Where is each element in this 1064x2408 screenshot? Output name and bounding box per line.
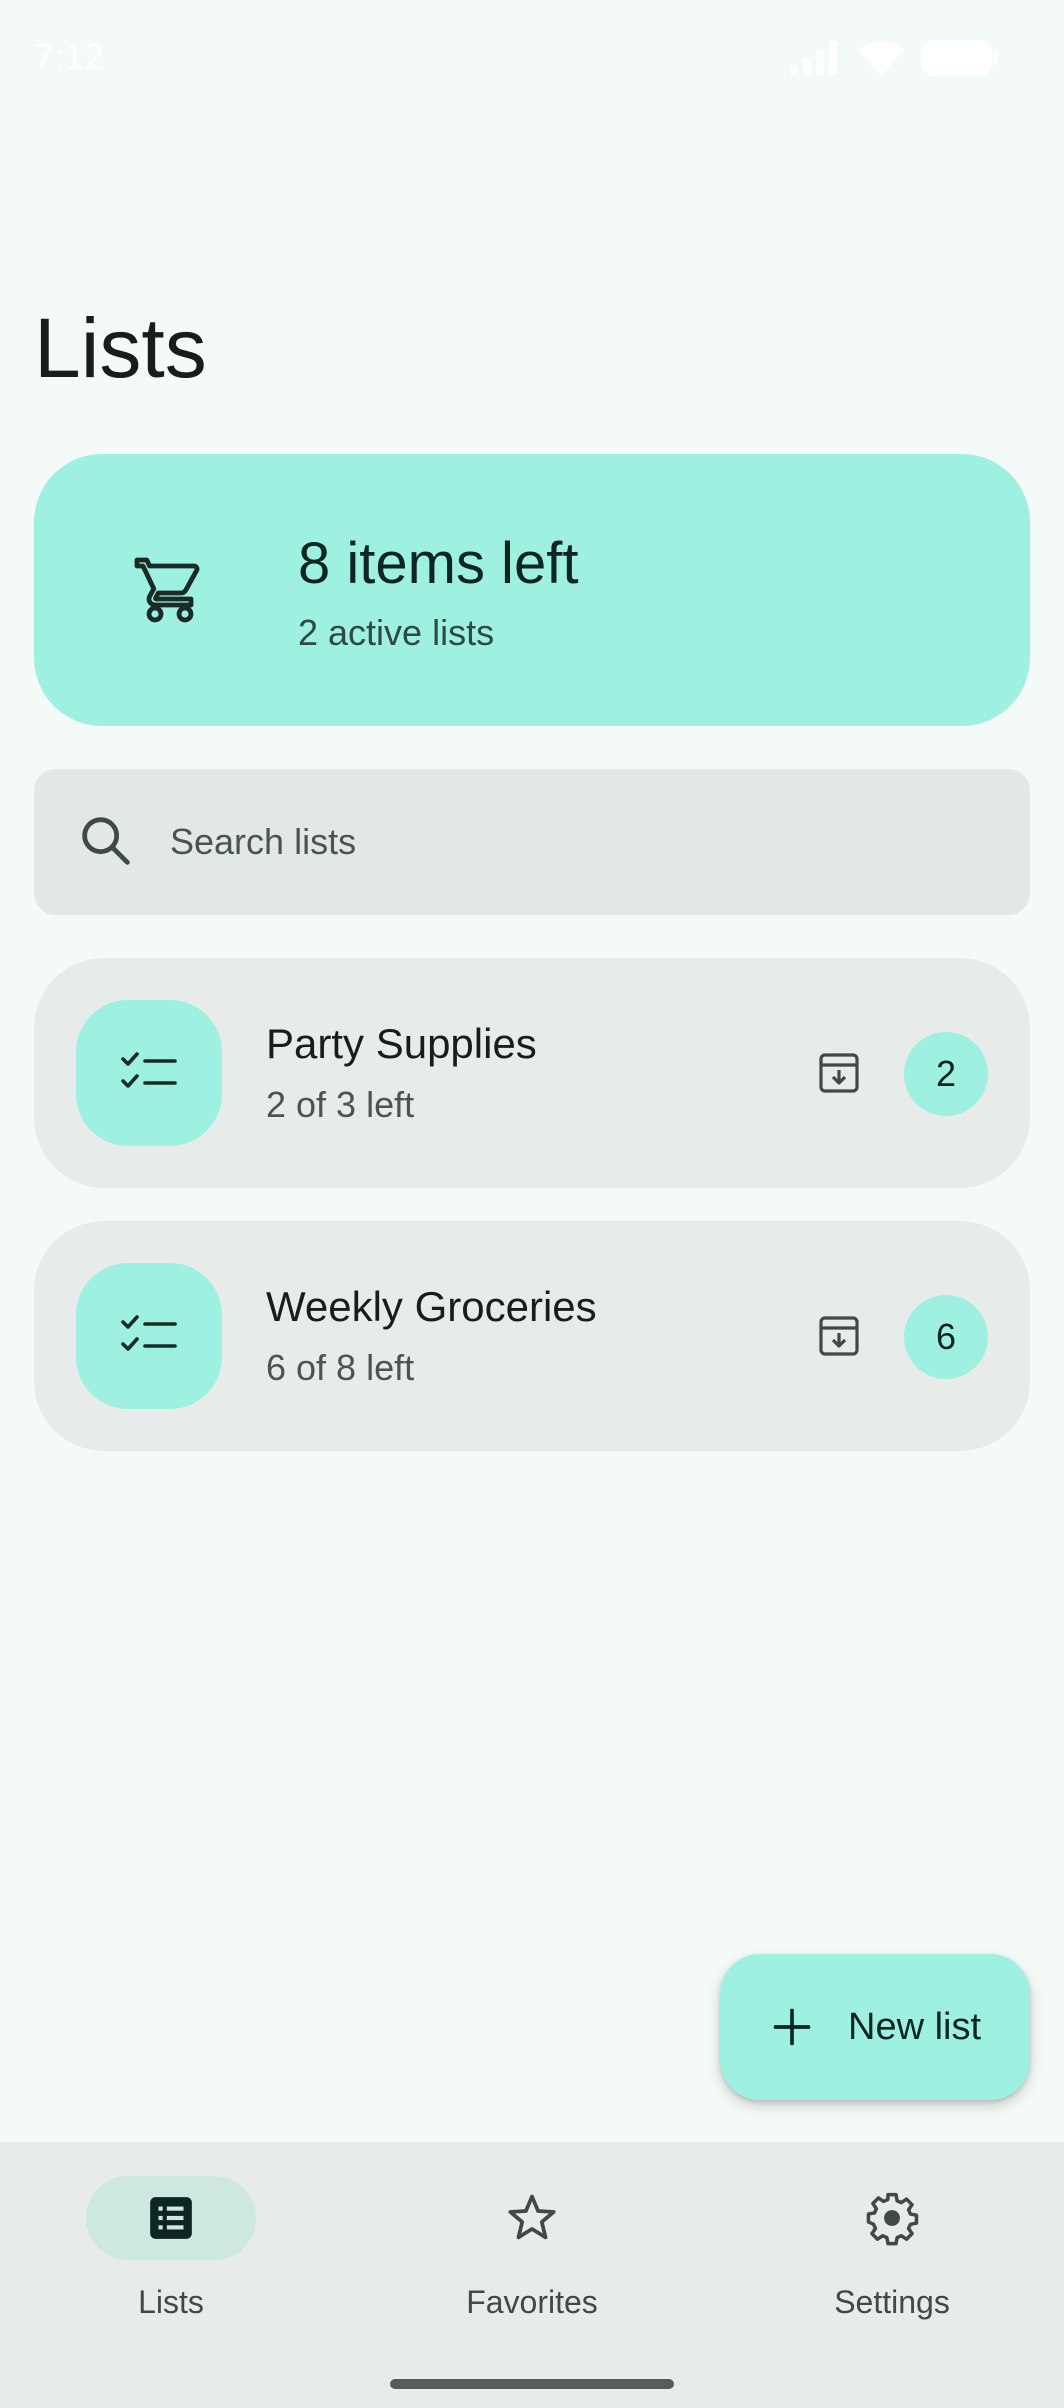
star-icon <box>508 2194 556 2240</box>
shopping-cart-icon <box>134 557 200 623</box>
list-meta: 6 of 8 left <box>266 1347 415 1388</box>
signal-icon <box>790 41 837 75</box>
search-icon <box>82 817 130 865</box>
list-name: Weekly Groceries <box>266 1283 597 1330</box>
list-meta: 2 of 3 left <box>266 1084 415 1125</box>
nav-pill <box>447 2176 617 2260</box>
archive-icon <box>819 1316 859 1356</box>
list-icon <box>150 2197 192 2239</box>
count-badge: 6 <box>904 1295 988 1379</box>
battery-icon <box>922 40 998 76</box>
new-list-button[interactable]: New list <box>720 1954 1030 2100</box>
page-title: Lists <box>34 301 207 395</box>
status-time: 7:12 <box>34 36 105 77</box>
list-name: Party Supplies <box>266 1020 537 1067</box>
nav-label-settings: Settings <box>834 2284 950 2320</box>
wifi-icon <box>858 41 904 76</box>
status-bar: 7:12 <box>0 0 1064 120</box>
archive-button[interactable] <box>808 1305 870 1367</box>
bottom-nav: Lists Favorites Settings <box>0 2142 1064 2408</box>
count-badge: 2 <box>904 1032 988 1116</box>
nav-label-lists: Lists <box>138 2284 204 2320</box>
list-card-party-supplies[interactable]: Party Supplies 2 of 3 left 2 <box>34 958 1030 1188</box>
summary-subtitle: 2 active lists <box>298 612 495 653</box>
search-input[interactable] <box>170 805 990 879</box>
list-card-weekly-groceries[interactable]: Weekly Groceries 6 of 8 left 6 <box>34 1221 1030 1451</box>
summary-title: 8 items left <box>298 531 579 596</box>
new-list-label: New list <box>848 2005 982 2048</box>
checklist-icon <box>76 1000 222 1146</box>
summary-card: 8 items left 2 active lists <box>34 454 1030 726</box>
home-indicator[interactable] <box>390 2379 674 2389</box>
nav-label-favorites: Favorites <box>466 2284 598 2320</box>
archive-button[interactable] <box>808 1042 870 1104</box>
plus-icon <box>773 2008 811 2046</box>
nav-item-lists[interactable]: Lists <box>51 2176 291 2376</box>
nav-pill <box>807 2176 977 2260</box>
status-icons <box>790 40 998 76</box>
search-bar[interactable] <box>34 769 1030 915</box>
gear-icon <box>866 2192 919 2246</box>
checklist-icon <box>76 1263 222 1409</box>
nav-item-favorites[interactable]: Favorites <box>412 2176 652 2376</box>
nav-item-settings[interactable]: Settings <box>772 2176 1012 2376</box>
nav-pill-active <box>86 2176 256 2260</box>
archive-icon <box>819 1053 859 1093</box>
